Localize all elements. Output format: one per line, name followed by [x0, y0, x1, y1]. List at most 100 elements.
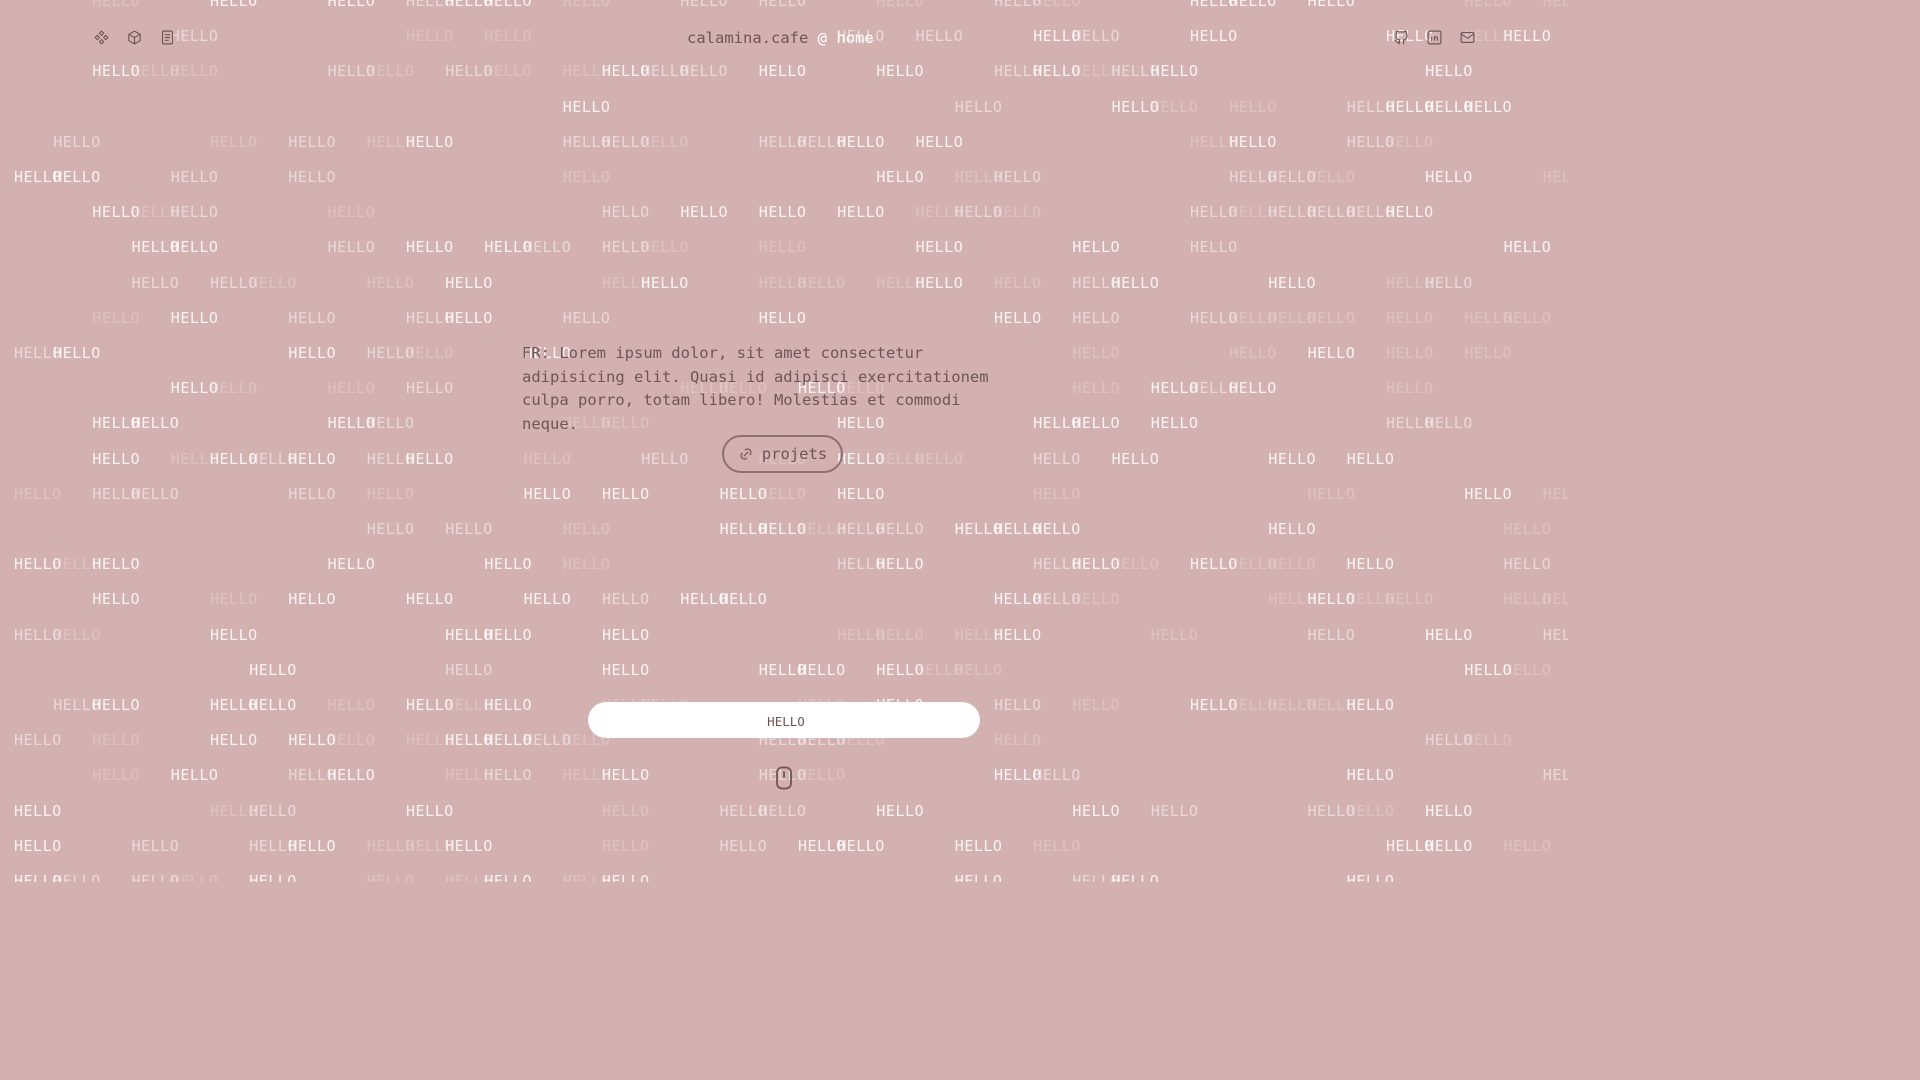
background-hello-word: HELLO: [798, 836, 846, 855]
background-hello-word: HELLO: [327, 696, 376, 714]
background-hello-word: HELLO: [758, 132, 807, 151]
background-hello-word: HELLO: [523, 449, 572, 468]
background-hello-word: HELLO: [53, 625, 101, 644]
background-hello-word: HELLO: [1111, 555, 1160, 574]
background-hello-word: HELLO: [562, 97, 611, 116]
background-hello-word: HELLO: [406, 379, 454, 398]
background-hello-word: HELLO: [1033, 766, 1081, 785]
projets-button[interactable]: projets: [722, 435, 843, 473]
background-hello-word: HELLO: [798, 660, 846, 679]
background-hello-word: HELLO: [1229, 308, 1277, 327]
background-hello-word: HELLO: [366, 414, 415, 433]
background-hello-word: HELLO: [758, 203, 807, 222]
background-hello-word: HELLO: [994, 766, 1042, 785]
background-hello-word: HELLO: [92, 484, 141, 503]
cube-icon[interactable]: [123, 26, 145, 48]
background-hello-word: HELLO: [994, 520, 1042, 538]
background-hello-word: HELLO: [1386, 836, 1434, 855]
background-hello-word: HELLO: [1464, 660, 1513, 679]
background-hello-word: HELLO: [1425, 731, 1473, 750]
mail-icon[interactable]: [1456, 26, 1478, 48]
apps-icon[interactable]: [90, 26, 112, 48]
background-hello-word: HELLO: [53, 168, 101, 186]
background-hello-word: HELLO: [1111, 449, 1160, 468]
background-hello-word: HELLO: [406, 801, 454, 820]
background-hello-word: HELLO: [366, 836, 415, 855]
background-hello-word: HELLO: [445, 520, 493, 538]
background-hello-word: HELLO: [602, 836, 650, 855]
background-hello-word: HELLO: [1386, 414, 1434, 433]
background-hello-word: HELLO: [131, 203, 180, 222]
projets-label: projets: [761, 445, 828, 463]
background-hello-word: HELLO: [1072, 696, 1121, 714]
background-hello-word: HELLO: [1464, 308, 1513, 327]
background-hello-word: HELLO: [1425, 836, 1473, 855]
background-hello-word: HELLO: [994, 308, 1042, 327]
background-hello-word: HELLO: [562, 520, 611, 538]
background-hello-word: HELLO: [14, 168, 62, 186]
background-hello-word: HELLO: [406, 238, 454, 257]
background-hello-word: HELLO: [1229, 168, 1277, 186]
background-hello-word: HELLO: [1386, 344, 1434, 362]
background-hello-word: HELLO: [994, 731, 1042, 750]
background-hello-word: HELLO: [210, 449, 258, 468]
site-brand[interactable]: calamina.cafe @ home: [687, 28, 874, 48]
background-hello-word: HELLO: [641, 238, 689, 257]
background-hello-word: HELLO: [994, 203, 1042, 222]
background-hello-word: HELLO: [758, 801, 807, 820]
background-hello-word: HELLO: [562, 766, 611, 785]
background-hello-word: HELLO: [445, 308, 493, 327]
background-hello-word: HELLO: [1190, 238, 1238, 257]
background-hello-word: HELLO: [1542, 590, 1568, 609]
hello-input[interactable]: [588, 702, 984, 740]
background-hello-word: HELLO: [719, 484, 768, 503]
background-hello-word: HELLO: [1268, 308, 1317, 327]
background-hello-word: HELLO: [1386, 273, 1434, 292]
background-hello-word: HELLO: [366, 344, 415, 362]
background-hello-word: HELLO: [1229, 696, 1277, 714]
background-hello-word: HELLO: [562, 308, 611, 327]
background-hello-word: HELLO: [1386, 379, 1434, 398]
background-hello-word: HELLO: [170, 308, 219, 327]
background-hello-word: HELLO: [837, 484, 885, 503]
background-hello-word: HELLO: [445, 660, 493, 679]
background-hello-word: HELLO: [758, 520, 807, 538]
background-hello-word: HELLO: [445, 625, 493, 644]
background-hello-word: HELLO: [249, 696, 297, 714]
background-hello-word: HELLO: [876, 273, 925, 292]
background-hello-word: HELLO: [406, 696, 454, 714]
document-icon[interactable]: [156, 26, 178, 48]
background-hello-word: HELLO: [1503, 555, 1552, 574]
background-hello-word: HELLO: [719, 836, 768, 855]
background-hello-word: HELLO: [92, 766, 141, 785]
background-hello-word: HELLO: [445, 696, 493, 714]
background-hello-word: HELLO: [53, 872, 101, 882]
background-hello-word: HELLO: [1229, 132, 1277, 151]
background-hello-word: HELLO: [1190, 132, 1238, 151]
background-hello-word: HELLO: [876, 449, 925, 468]
background-hello-word: HELLO: [1346, 97, 1395, 116]
background-hello-word: HELLO: [954, 872, 1003, 882]
brand-page: home: [836, 29, 874, 47]
background-hello-word: HELLO: [484, 766, 533, 785]
background-hello-word: HELLO: [602, 203, 650, 222]
background-hello-word: HELLO: [1111, 273, 1160, 292]
background-hello-word: HELLO: [288, 766, 337, 785]
background-hello-word: HELLO: [14, 555, 62, 574]
background-hello-word: HELLO: [1268, 168, 1317, 186]
background-hello-word: HELLO: [1503, 660, 1552, 679]
background-hello-word: HELLO: [1190, 203, 1238, 222]
background-hello-word: HELLO: [523, 484, 572, 503]
background-hello-word: HELLO: [131, 484, 180, 503]
background-hello-word: HELLO: [210, 132, 258, 151]
background-hello-word: HELLO: [641, 273, 689, 292]
background-hello-word: HELLO: [366, 132, 415, 151]
background-hello-word: HELLO: [1033, 590, 1081, 609]
background-hello-word: HELLO: [249, 273, 297, 292]
background-hello-word: HELLO: [131, 836, 180, 855]
background-hello-word: HELLO: [92, 696, 141, 714]
github-icon[interactable]: [1390, 26, 1412, 48]
background-hello-word: HELLO: [406, 590, 454, 609]
background-hello-word: HELLO: [1229, 379, 1277, 398]
linkedin-icon[interactable]: [1423, 26, 1445, 48]
